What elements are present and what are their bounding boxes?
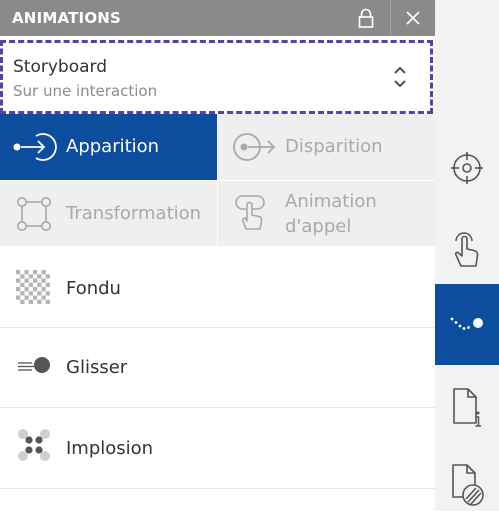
animation-path-icon bbox=[450, 317, 483, 330]
panel-title: ANIMATIONS bbox=[12, 9, 122, 27]
tab-transformation[interactable]: Transformation bbox=[0, 181, 217, 246]
tabs-divider-horizontal bbox=[0, 180, 435, 181]
effect-glisser[interactable]: Glisser bbox=[0, 328, 435, 408]
touch-hand-icon bbox=[454, 232, 479, 267]
animations-panel: ANIMATIONS Storyboard Sur une interactio… bbox=[0, 0, 435, 511]
slide-ball-icon bbox=[18, 357, 50, 373]
tab-disparition[interactable]: Disparition bbox=[218, 114, 435, 180]
page-info-icon bbox=[453, 388, 481, 427]
pointer-hand-icon bbox=[235, 195, 265, 230]
lock-button[interactable] bbox=[346, 0, 386, 36]
close-icon bbox=[406, 11, 420, 25]
tab-animation-appel-label-line2: d'appel bbox=[285, 216, 352, 237]
page-master-icon bbox=[452, 464, 484, 506]
tab-transformation-label: Transformation bbox=[66, 203, 202, 224]
tab-disparition-label: Disparition bbox=[285, 136, 383, 157]
sidebar-item-master-page[interactable] bbox=[435, 445, 499, 525]
panel-header: ANIMATIONS bbox=[0, 0, 435, 36]
sidebar-item-interactions[interactable] bbox=[435, 207, 499, 287]
lock-icon bbox=[358, 8, 374, 28]
trigger-title: Storyboard bbox=[13, 57, 107, 77]
sidebar-item-page-info[interactable] bbox=[435, 368, 499, 448]
trigger-subtitle: Sur une interaction bbox=[13, 82, 158, 100]
enter-arrow-icon bbox=[13, 133, 57, 161]
exit-arrow-icon bbox=[233, 133, 276, 161]
chevron-up-down-icon bbox=[394, 66, 406, 88]
target-crosshair-icon bbox=[451, 152, 483, 184]
effect-fondu[interactable]: Fondu bbox=[0, 248, 435, 328]
right-sidebar bbox=[435, 0, 499, 511]
effect-implosion-label: Implosion bbox=[66, 438, 154, 459]
transform-nodes-icon bbox=[17, 197, 51, 231]
tab-apparition[interactable]: Apparition bbox=[0, 114, 217, 180]
sidebar-item-target[interactable] bbox=[435, 128, 499, 208]
checkerboard-fade-icon bbox=[16, 270, 50, 304]
tab-apparition-label: Apparition bbox=[66, 136, 160, 157]
tab-animation-appel[interactable]: Animation d'appel bbox=[218, 181, 435, 246]
effect-implosion[interactable]: Implosion bbox=[0, 409, 435, 489]
effect-glisser-label: Glisser bbox=[66, 357, 128, 378]
tab-animation-appel-label-line1: Animation bbox=[285, 191, 377, 212]
trigger-dropdown[interactable]: Storyboard Sur une interaction bbox=[0, 40, 433, 114]
close-button[interactable] bbox=[390, 0, 435, 36]
sidebar-item-animations[interactable] bbox=[435, 284, 499, 365]
effect-fondu-label: Fondu bbox=[66, 278, 121, 299]
implosion-dots-icon bbox=[18, 429, 50, 461]
